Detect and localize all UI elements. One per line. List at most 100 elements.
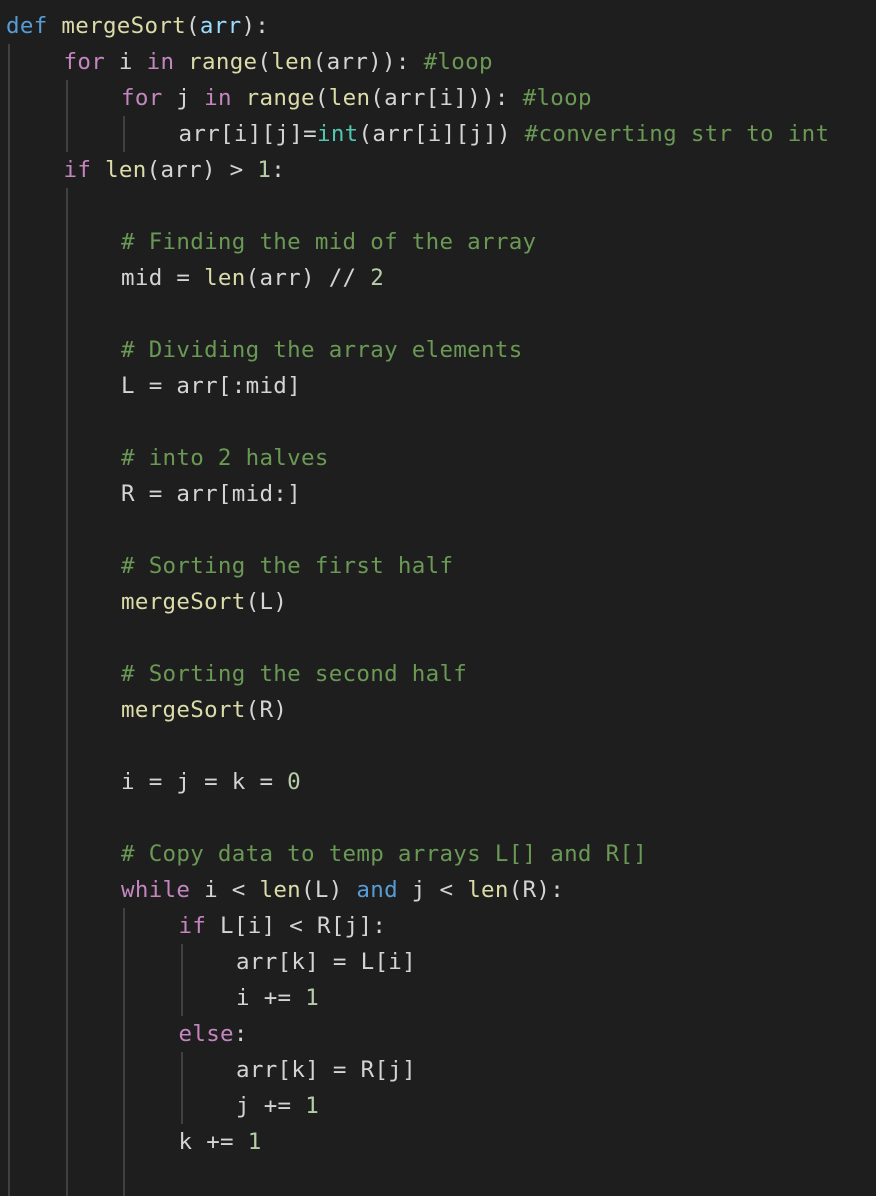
code-line[interactable]: def mergeSort(arr): bbox=[6, 8, 269, 44]
code-token: len bbox=[204, 265, 246, 291]
code-token: in bbox=[146, 49, 175, 75]
code-token: if bbox=[63, 157, 92, 183]
code-token: mergeSort bbox=[121, 697, 246, 723]
code-line[interactable]: mid = len(arr) // 2 bbox=[121, 260, 384, 296]
code-line[interactable]: if len(arr) > 1: bbox=[64, 152, 286, 188]
code-token: and bbox=[356, 877, 398, 903]
code-token: i < bbox=[190, 877, 260, 903]
code-token: # into 2 halves bbox=[121, 445, 329, 471]
code-token: for bbox=[121, 85, 163, 111]
code-token: while bbox=[121, 877, 191, 903]
code-line[interactable]: # Finding the mid of the array bbox=[121, 224, 536, 260]
code-line[interactable]: # Dividing the array elements bbox=[121, 332, 523, 368]
indent-guide bbox=[123, 116, 125, 152]
code-line[interactable]: L = arr[:mid] bbox=[121, 368, 301, 404]
code-token: ( bbox=[186, 13, 200, 39]
code-token: 1 bbox=[305, 1093, 320, 1119]
code-line[interactable]: mergeSort(L) bbox=[121, 584, 287, 620]
code-token: # Sorting the first half bbox=[121, 553, 454, 579]
code-token: R = arr[mid:] bbox=[121, 481, 301, 507]
code-token: L[i] < R[j]: bbox=[206, 913, 387, 939]
code-token: j bbox=[162, 85, 205, 111]
code-token: 1 bbox=[257, 157, 272, 183]
code-token: if bbox=[178, 913, 207, 939]
code-token: # Finding the mid of the array bbox=[121, 229, 537, 255]
code-token: range bbox=[188, 49, 258, 75]
code-token: len bbox=[105, 157, 147, 183]
code-token: len bbox=[328, 85, 371, 111]
code-token: in bbox=[204, 85, 232, 111]
code-token: (R) bbox=[245, 697, 288, 723]
code-line[interactable]: while i < len(L) and j < len(R): bbox=[121, 872, 564, 908]
code-token: (arr[i])): bbox=[370, 85, 523, 111]
code-token: i += bbox=[236, 985, 306, 1011]
code-token: (R): bbox=[508, 877, 565, 903]
indent-guide bbox=[180, 1052, 183, 1124]
code-token: i = j = k = bbox=[121, 769, 288, 795]
code-token: (L) bbox=[245, 589, 288, 615]
code-line[interactable]: i += 1 bbox=[236, 980, 319, 1016]
code-token: arr[k] = L[i] bbox=[236, 949, 416, 975]
code-token: arr[i][j]= bbox=[178, 121, 317, 147]
code-token: 1 bbox=[247, 1129, 262, 1155]
code-token: len bbox=[271, 49, 313, 75]
code-line[interactable]: arr[k] = L[i] bbox=[236, 944, 416, 980]
code-token: ( bbox=[257, 49, 272, 75]
code-line[interactable]: else: bbox=[179, 1016, 248, 1052]
code-token: def bbox=[6, 13, 48, 39]
code-token: mid = bbox=[121, 265, 205, 291]
code-line[interactable]: j += 1 bbox=[236, 1088, 319, 1124]
code-token: len bbox=[467, 877, 509, 903]
code-line[interactable]: arr[k] = R[j] bbox=[236, 1052, 416, 1088]
code-line[interactable]: # Sorting the first half bbox=[121, 548, 453, 584]
code-token: arr[k] = R[j] bbox=[236, 1057, 416, 1083]
code-token: int bbox=[316, 121, 359, 147]
code-token: : bbox=[233, 1021, 248, 1047]
code-line[interactable]: arr[i][j]=int(arr[i][j]) #converting str… bbox=[179, 116, 830, 152]
code-line[interactable]: R = arr[mid:] bbox=[121, 476, 301, 512]
code-line[interactable]: # Sorting the second half bbox=[121, 656, 467, 692]
code-token: (arr)): bbox=[312, 49, 424, 75]
code-token: L = arr[:mid] bbox=[121, 373, 301, 399]
code-token: #loop bbox=[522, 85, 592, 111]
code-token: ( bbox=[314, 85, 329, 111]
indent-guide bbox=[8, 44, 10, 1196]
code-token: else bbox=[178, 1021, 234, 1047]
code-token: mergeSort bbox=[121, 589, 246, 615]
code-token: 1 bbox=[305, 985, 320, 1011]
code-editor[interactable]: def mergeSort(arr): for i in range(len(ar… bbox=[0, 0, 876, 1196]
indent-guide bbox=[123, 908, 125, 1196]
code-line[interactable]: for j in range(len(arr[i])): #loop bbox=[121, 80, 592, 116]
indent-guide bbox=[180, 944, 183, 1016]
code-token: i bbox=[105, 49, 147, 75]
code-line[interactable]: # into 2 halves bbox=[121, 440, 329, 476]
code-token: k += bbox=[178, 1129, 248, 1155]
code-line[interactable]: mergeSort(R) bbox=[121, 692, 287, 728]
code-token: (arr[i][j]) bbox=[358, 121, 525, 147]
code-token: len bbox=[259, 877, 302, 903]
code-token: : bbox=[271, 157, 286, 183]
code-token: #loop bbox=[423, 49, 493, 75]
code-line[interactable]: k += 1 bbox=[179, 1124, 262, 1160]
code-token: # Copy data to temp arrays L[] and R[] bbox=[121, 841, 648, 867]
code-token: ): bbox=[241, 13, 270, 39]
code-token: # Dividing the array elements bbox=[121, 337, 523, 363]
code-token: (arr) > bbox=[146, 157, 258, 183]
code-token: 2 bbox=[370, 265, 385, 291]
code-token: 0 bbox=[287, 769, 302, 795]
code-token: mergeSort bbox=[61, 13, 187, 39]
code-line[interactable]: if L[i] < R[j]: bbox=[179, 908, 387, 944]
code-token: j += bbox=[236, 1093, 306, 1119]
code-token: range bbox=[245, 85, 315, 111]
code-token: arr bbox=[199, 13, 242, 39]
indent-guide bbox=[65, 80, 68, 152]
code-token: (L) bbox=[301, 877, 357, 903]
code-token: (arr) // bbox=[245, 265, 371, 291]
code-line[interactable]: # Copy data to temp arrays L[] and R[] bbox=[121, 836, 647, 872]
code-line[interactable]: i = j = k = 0 bbox=[121, 764, 301, 800]
code-line[interactable]: for i in range(len(arr)): #loop bbox=[64, 44, 493, 80]
